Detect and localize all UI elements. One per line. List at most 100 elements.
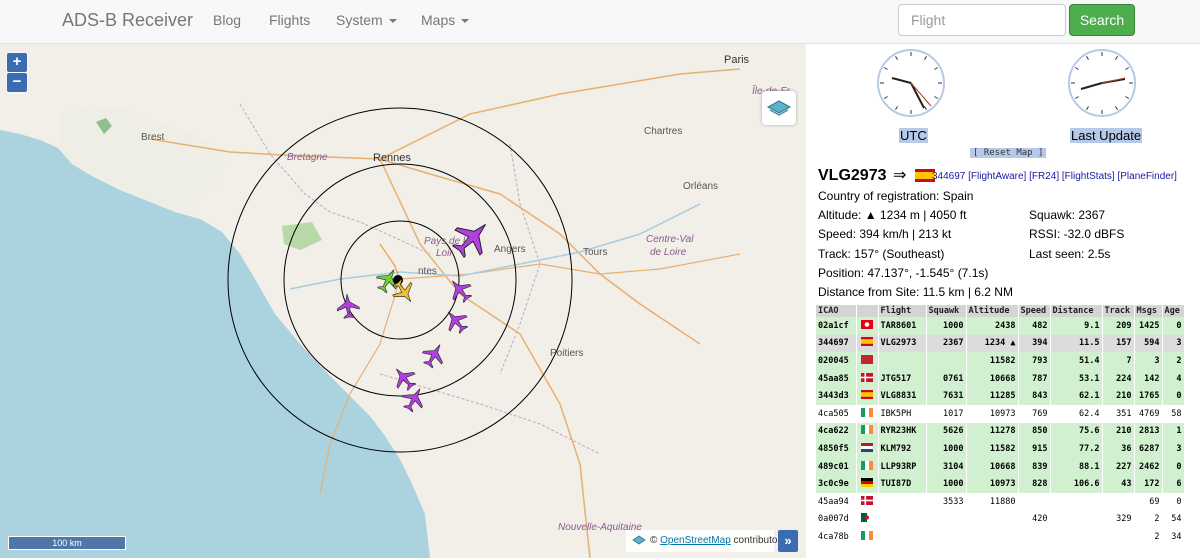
table-row[interactable]: 344697 VLG2973 2367 1234 ▲ 394 11.5 157 594 3	[816, 334, 1185, 353]
col-flag[interactable]	[856, 305, 879, 317]
speed-value: Speed: 394 km/h | 213 kt	[818, 227, 952, 241]
caret-down-icon	[388, 19, 397, 24]
table-row[interactable]: 4ca505 IBK5PH 1017 10973 769 62.4 351 4769 58	[816, 404, 1185, 423]
col-msgs[interactable]: Msgs	[1134, 305, 1163, 317]
flight-search-input[interactable]	[898, 4, 1066, 36]
nav-system-dropdown[interactable]: System	[336, 12, 397, 28]
nav-maps-dropdown[interactable]: Maps	[421, 12, 470, 28]
table-row[interactable]: 020045 11582 793 51.4 7 3 2	[816, 352, 1185, 370]
table-cell: RYR23HK	[878, 422, 927, 441]
table-row[interactable]: 45aa94 3533 11880 69 0	[816, 492, 1185, 511]
table-cell: VLG2973	[878, 334, 927, 353]
table-cell: 351	[1102, 404, 1135, 423]
table-cell: 4ca505	[816, 404, 857, 423]
ireland-flag-icon	[856, 528, 879, 546]
col-age[interactable]: Age	[1162, 305, 1185, 317]
col-distance[interactable]: Distance	[1050, 305, 1103, 317]
reset-map-button[interactable]: [ Reset Map ]	[970, 148, 1047, 158]
track-value: Track: 157° (Southeast)	[818, 247, 945, 261]
table-cell: 210	[1102, 387, 1135, 405]
table-cell: 344697	[816, 334, 857, 353]
table-row[interactable]: 4850f5 KLM792 1000 11582 915 77.2 36 6287 3	[816, 440, 1185, 458]
table-cell: 2	[1134, 510, 1163, 529]
table-cell: 5626	[926, 422, 967, 441]
table-row[interactable]: 0a007d 420 329 2 54	[816, 510, 1185, 529]
map-label-rennes: Rennes	[373, 152, 411, 164]
table-cell: 1000	[926, 317, 967, 335]
table-row[interactable]: 489c01 LLP93RP 3104 10668 839 88.1 227 2462 0	[816, 457, 1185, 476]
table-row[interactable]: 4ca78b 2 34	[816, 528, 1185, 546]
table-cell: 69	[1134, 492, 1163, 511]
table-cell: LLP93RP	[878, 457, 927, 476]
table-cell	[926, 510, 967, 529]
germany-flag-icon	[856, 475, 879, 493]
table-cell: 75.6	[1050, 422, 1103, 441]
external-links[interactable]: 344697 [FlightAware] [FR24] [FlightStats…	[932, 171, 1177, 182]
osm-link[interactable]: OpenStreetMap	[660, 535, 731, 546]
table-cell: 11285	[966, 387, 1019, 405]
squawk-value: Squawk: 2367	[1029, 208, 1106, 222]
table-row[interactable]: 45aa85 JTG517 0761 10668 787 53.1 224 142 4	[816, 369, 1185, 388]
table-cell: KLM792	[878, 440, 927, 458]
col-flight[interactable]: Flight	[878, 305, 927, 317]
rssi-value: RSSI: -32.0 dBFS	[1029, 227, 1125, 241]
expand-sidebar-button[interactable]: »	[778, 530, 798, 552]
nav-flights[interactable]: Flights	[269, 12, 310, 28]
table-cell: 54	[1162, 510, 1185, 529]
layers-icon	[632, 535, 646, 545]
table-cell: 10668	[966, 369, 1019, 388]
map-label-paris: Paris	[724, 54, 750, 66]
table-cell: 1000	[926, 475, 967, 493]
table-cell	[1050, 492, 1103, 511]
col-icao[interactable]: ICAO	[816, 305, 857, 317]
table-cell: 850	[1018, 422, 1051, 441]
table-cell: 88.1	[1050, 457, 1103, 476]
table-row[interactable]: 3c0c9e TUI87D 1000 10973 828 106.6 43 172 6	[816, 475, 1185, 493]
map-label-centre: Centre-Val	[646, 234, 694, 245]
map-label-tours: Tours	[583, 247, 608, 258]
table-cell: 36	[1102, 440, 1135, 458]
table-row[interactable]: 02a1cf TAR8601 1000 2438 482 9.1 209 1425 0	[816, 317, 1185, 335]
col-track[interactable]: Track	[1102, 305, 1135, 317]
col-speed[interactable]: Speed	[1018, 305, 1051, 317]
map-label-angers: Angers	[494, 244, 526, 255]
zoom-in-button[interactable]: +	[7, 53, 27, 72]
position-value: Position: 47.137°, -1.545° (7.1s)	[818, 266, 989, 280]
layers-button[interactable]	[762, 91, 796, 125]
table-cell: 2438	[966, 317, 1019, 335]
brand-title[interactable]: ADS-B Receiver	[62, 10, 193, 31]
table-row[interactable]: 4ca622 RYR23HK 5626 11278 850 75.6 210 2813 1	[816, 422, 1185, 441]
table-cell: 4ca78b	[816, 528, 857, 546]
table-cell: 3533	[926, 492, 967, 511]
ireland-flag-icon	[856, 422, 879, 441]
table-cell	[926, 352, 967, 370]
table-cell: 62.1	[1050, 387, 1103, 405]
table-cell: 594	[1134, 334, 1163, 353]
sidebar: UTC Last Update [ Reset Map ] VLG2973 ⇒ …	[806, 44, 1200, 558]
nav-blog[interactable]: Blog	[213, 12, 241, 28]
table-cell: 787	[1018, 369, 1051, 388]
table-cell: 1017	[926, 404, 967, 423]
search-button[interactable]: Search	[1069, 4, 1135, 36]
table-cell: 106.6	[1050, 475, 1103, 493]
table-cell	[1018, 528, 1051, 546]
table-cell: 1234 ▲	[966, 334, 1019, 353]
country-of-registration: Country of registration: Spain	[818, 189, 974, 203]
map-label-poitiers: Poitiers	[550, 348, 584, 359]
zoom-out-button[interactable]: −	[7, 73, 27, 92]
table-cell	[878, 510, 927, 529]
table-cell: 420	[1018, 510, 1051, 529]
col-squawk[interactable]: Squawk	[926, 305, 967, 317]
map-label-bretagne: Bretagne	[287, 152, 328, 163]
table-cell: 77.2	[1050, 440, 1103, 458]
map-basemap	[0, 44, 806, 558]
col-altitude[interactable]: Altitude	[966, 305, 1019, 317]
map-label-orleans: Orléans	[683, 181, 719, 192]
morocco-flag-icon	[856, 352, 879, 370]
table-cell: 0	[1162, 317, 1185, 335]
table-row[interactable]: 3443d3 VLG8831 7631 11285 843 62.1 210 1765 0	[816, 387, 1185, 405]
map-canvas[interactable]: Paris Île-de-Fr Brest Chartres Rennes Br…	[0, 44, 806, 558]
nav-maps-label: Maps	[421, 12, 456, 28]
table-cell: 02a1cf	[816, 317, 857, 335]
distance-value: Distance from Site: 11.5 km | 6.2 NM	[818, 285, 1013, 299]
